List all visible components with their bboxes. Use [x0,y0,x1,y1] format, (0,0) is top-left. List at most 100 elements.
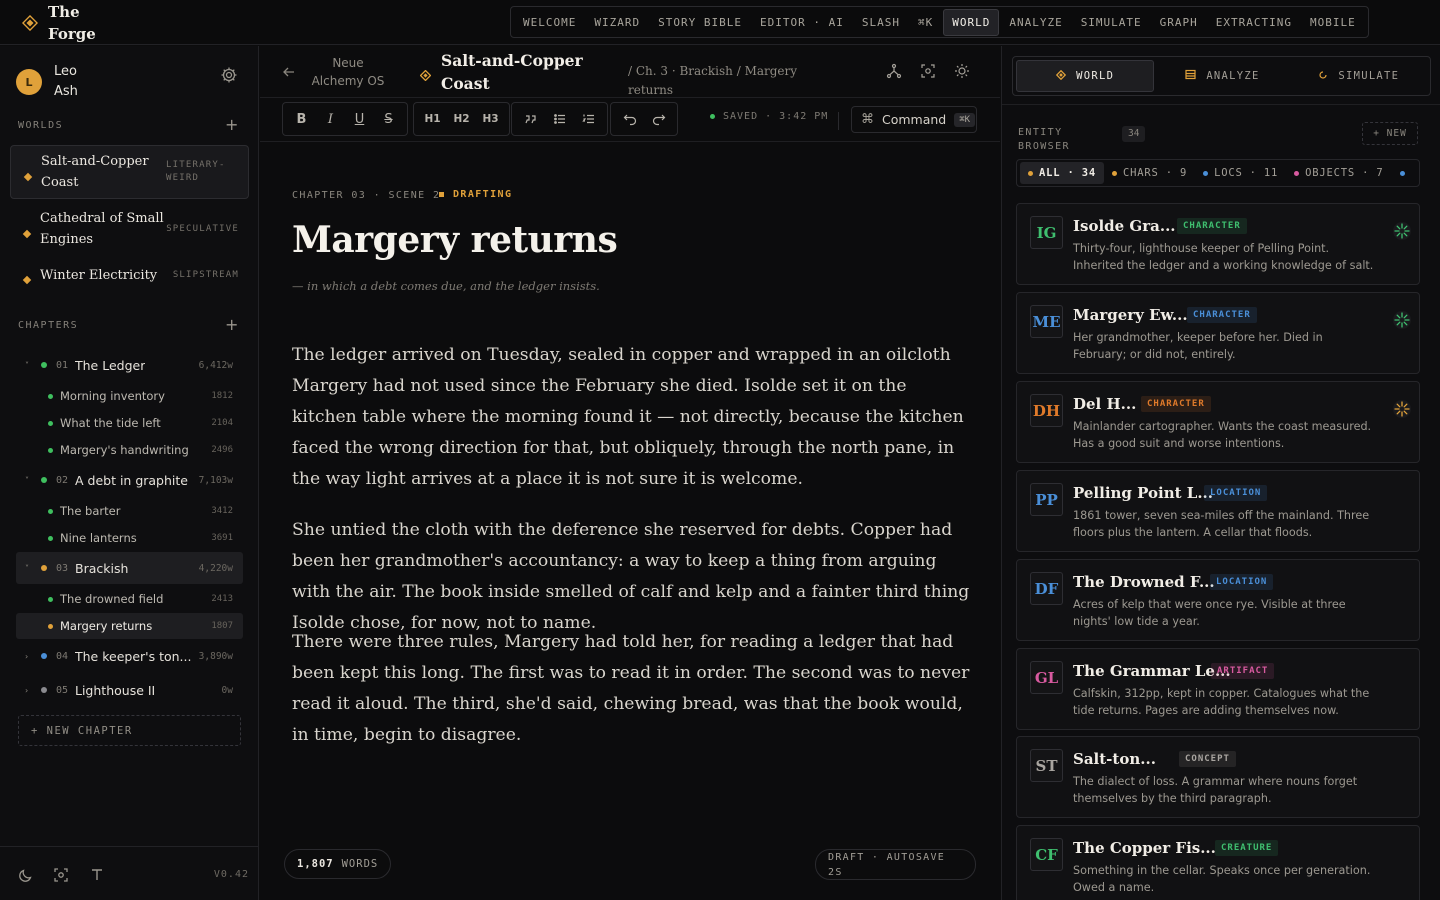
scene-item[interactable]: What the tide left 2104 [16,410,243,436]
filter-more[interactable] [1392,162,1413,184]
chapter-title: A debt in graphite [75,472,188,488]
redo-icon[interactable] [644,106,673,132]
italic-button[interactable]: I [316,106,345,132]
new-entity-button[interactable]: + NEW [1362,122,1418,145]
scene-word-count: 2496 [211,445,233,455]
nav-extracting[interactable]: EXTRACTING [1208,10,1300,35]
numbered-list-icon[interactable] [574,106,603,132]
focus-icon[interactable] [53,867,69,883]
undo-icon[interactable] [615,106,644,132]
scene-item[interactable]: Margery's handwriting 2496 [16,437,243,463]
scene-item[interactable]: The barter 3412 [16,498,243,524]
nav-command-k[interactable]: ⌘K [910,10,941,35]
diamond-icon [1055,69,1067,83]
text-icon[interactable] [89,867,105,883]
scene-item[interactable]: Nine lanterns 3691 [16,525,243,551]
strikethrough-button[interactable]: S [374,106,403,132]
nav-welcome[interactable]: WELCOME [515,10,584,35]
add-world-button[interactable]: + [225,115,238,134]
gear-icon[interactable] [220,66,238,84]
sparkle-icon[interactable] [1392,310,1412,330]
scene-item[interactable]: Morning inventory 1812 [16,383,243,409]
entity-name: The Drowned F... [1073,573,1215,591]
filter-objects[interactable]: OBJECTS · 7 [1286,162,1391,184]
bold-button[interactable]: B [287,106,316,132]
chevron-down-icon[interactable]: ˅ [25,564,29,573]
status-dot [41,362,47,368]
breadcrumb-workspace[interactable]: Neue Alchemy OS [305,54,391,90]
entity-card[interactable]: IG Isolde Gra... CHARACTER Thirty-four, lig… [1016,203,1420,285]
nav-simulate[interactable]: SIMULATE [1073,10,1150,35]
chapter-item[interactable]: ˅ 03 Brackish 4,220w [16,552,243,584]
sparkle-icon[interactable] [1392,221,1412,241]
chapter-item[interactable]: › 04 The keeper's ton... 3,890w [16,640,243,672]
heading-3-button[interactable]: H3 [476,106,505,132]
tab-analyze[interactable]: ANALYZE [1154,60,1290,92]
entity-card[interactable]: ST Salt-ton... CONCEPT The dialect of loss.… [1016,736,1420,818]
nav-analyze[interactable]: ANALYZE [1001,10,1070,35]
command-palette-button[interactable]: ⌘ Command ⌘K [851,106,977,133]
breadcrumb-path[interactable]: / Ch. 3 · Brackish / Margery returns [628,62,808,100]
quote-icon[interactable] [516,106,545,132]
user-profile[interactable]: L Leo Ash [16,62,94,102]
chevron-down-icon[interactable]: ˅ [25,361,29,370]
nav-editor-ai[interactable]: EDITOR · AI [752,10,852,35]
sparkle-icon[interactable] [1392,399,1412,419]
chapter-item[interactable]: ˅ 01 The Ledger 6,412w [16,349,243,381]
new-chapter-button[interactable]: + NEW CHAPTER [18,715,241,746]
bullet-list-icon[interactable] [545,106,574,132]
branch-icon[interactable] [886,63,902,79]
scene-item[interactable]: Margery returns 1807 [16,613,243,639]
nav-mobile[interactable]: MOBILE [1302,10,1364,35]
entity-card[interactable]: CF The Copper Fis... CREATURE Something in … [1016,825,1420,900]
scene-item[interactable]: The drowned field 2413 [16,586,243,612]
filter-label: OBJECTS · 7 [1305,167,1384,179]
moon-icon[interactable] [18,867,34,883]
filter-characters[interactable]: CHARS · 9 [1104,162,1195,184]
save-status: SAVED · 3:42 PM [710,110,830,124]
chevron-right-icon[interactable]: › [25,686,28,695]
entity-card[interactable]: DF The Drowned F... LOCATION Acres of kelp … [1016,559,1420,641]
heading-1-button[interactable]: H1 [418,106,447,132]
add-chapter-button[interactable]: + [225,315,238,334]
entity-card[interactable]: PP Pelling Point L... LOCATION 1861 tower, … [1016,470,1420,552]
entity-type-badge: CHARACTER [1141,396,1211,412]
entity-card[interactable]: DH Del H... CHARACTER Mainlander cartograph… [1016,381,1420,463]
underline-button[interactable]: U [345,106,374,132]
nav-story-bible[interactable]: STORY BIBLE [650,10,750,35]
paragraph[interactable]: The ledger arrived on Tuesday, sealed in… [292,340,972,495]
divider [838,112,839,130]
nav-slash[interactable]: SLASH [854,10,908,35]
sun-icon[interactable] [954,63,970,79]
scene-word-count: 3691 [211,533,233,543]
tab-world[interactable]: WORLD [1016,60,1155,92]
heading-2-button[interactable]: H2 [447,106,476,132]
back-arrow-icon[interactable] [282,64,296,78]
chapter-item[interactable]: › 05 Lighthouse II 0w [16,674,243,706]
nav-graph[interactable]: GRAPH [1152,10,1206,35]
chapter-word-count: 4,220w [198,562,233,574]
nav-wizard[interactable]: WIZARD [586,10,648,35]
filter-locations[interactable]: LOCS · 11 [1195,162,1286,184]
focus-icon[interactable] [920,63,936,79]
nav-world[interactable]: WORLD [943,8,1000,36]
autosave-status: DRAFT · AUTOSAVE 2S [815,849,976,880]
chapter-item[interactable]: ˅ 02 A debt in graphite 7,103w [16,464,243,496]
filter-label: LOCS · 11 [1214,167,1279,179]
entity-card[interactable]: ME Margery Ew... CHARACTER Her grandmother,… [1016,292,1420,374]
chevron-down-icon[interactable]: ˅ [25,476,29,485]
paragraph[interactable]: She untied the cloth with the deference … [292,515,972,639]
tab-simulate[interactable]: SIMULATE [1291,60,1427,92]
entity-type-badge: LOCATION [1204,485,1268,501]
page-title[interactable]: Margery returns [292,219,618,261]
world-name: Winter Electricity [40,267,158,283]
entity-card[interactable]: GL The Grammar Le... ARTIFACT Calfskin, 312… [1016,648,1420,730]
chevron-right-icon[interactable]: › [25,652,28,661]
breadcrumb-world[interactable]: Salt-and-Copper Coast [441,49,591,95]
world-item[interactable]: Winter Electricity SLIPSTREAM [10,248,249,302]
filter-all[interactable]: ALL · 34 [1020,162,1104,184]
paragraph[interactable]: There were three rules, Margery had told… [292,627,972,751]
page-subtitle[interactable]: — in which a debt comes due, and the led… [292,279,600,293]
brand[interactable]: The Forge [22,0,96,45]
world-item[interactable]: Salt-and-Copper Coast LITERARY-WEIRD [10,145,249,199]
